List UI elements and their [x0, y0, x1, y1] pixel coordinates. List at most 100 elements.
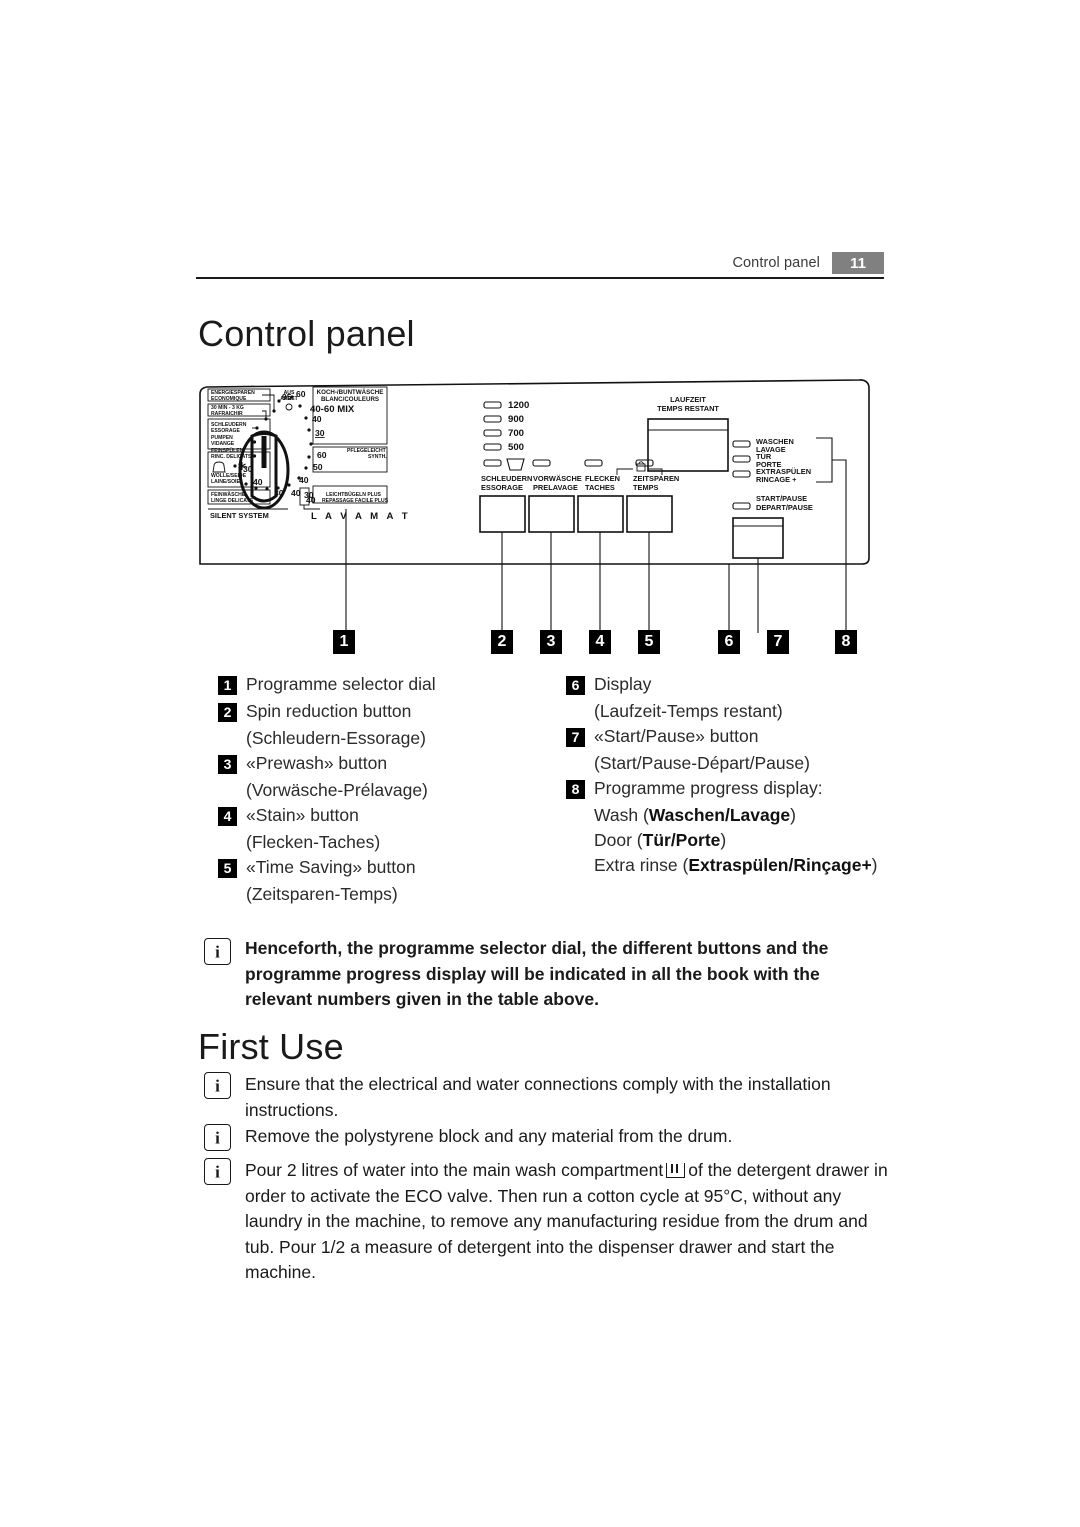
legend-label-6: Display [594, 674, 652, 694]
info-icon [204, 1158, 231, 1185]
svg-text:LEICHTBÜGELN PLUS: LEICHTBÜGELN PLUS [326, 491, 382, 498]
svg-text:TACHES: TACHES [585, 483, 615, 492]
note-henceforth: Henceforth, the programme selector dial,… [204, 936, 884, 1013]
svg-text:RINCAGE +: RINCAGE + [756, 475, 797, 484]
legend-alt-6: (Laufzeit-Temps restant) [594, 701, 783, 721]
legend-badge-7: 7 [566, 728, 585, 747]
svg-text:KOCH-/BUNTWÄSCHE: KOCH-/BUNTWÄSCHE [317, 389, 384, 396]
callout-badge-3: 3 [540, 630, 562, 654]
callout-badge-6: 6 [718, 630, 740, 654]
control-panel-illustration: .ln { fill:none; stroke:#111; stroke-wid… [196, 378, 886, 668]
svg-text:40: 40 [312, 414, 322, 424]
legend-entry-6: 6 Display [566, 672, 888, 697]
legend-column-right: 6 Display (Laufzeit-Temps restant) 7 «St… [566, 672, 888, 907]
svg-text:FEINSPÜLEN: FEINSPÜLEN [211, 447, 244, 454]
function-buttons [479, 495, 673, 533]
svg-text:ECONOMIQUE: ECONOMIQUE [211, 396, 247, 402]
svg-text:60: 60 [296, 389, 306, 399]
svg-text:ESSORAGE: ESSORAGE [481, 483, 523, 492]
legend-entry-5: 5 «Time Saving» button [218, 855, 540, 880]
svg-text:SILENT SYSTEM: SILENT SYSTEM [210, 511, 269, 520]
svg-text:FEINWÄSCHE: FEINWÄSCHE [211, 491, 246, 498]
svg-text:FLECKEN: FLECKEN [585, 474, 620, 483]
legend-column-left: 1 Programme selector dial 2 Spin reducti… [218, 672, 540, 907]
callout-leaders [345, 509, 847, 633]
svg-text:LAUFZEIT: LAUFZEIT [670, 395, 706, 404]
start-pause-button [732, 517, 784, 559]
legend-alt-2: (Schleudern-Essorage) [246, 728, 426, 748]
svg-text:30: 30 [315, 428, 325, 438]
svg-text:DEPART/PAUSE: DEPART/PAUSE [756, 503, 813, 512]
progress-rinse-post: ) [871, 855, 878, 875]
svg-text:60: 60 [317, 450, 327, 460]
legend-badge-3: 3 [218, 755, 237, 774]
legend-entry-7: 7 «Start/Pause» button [566, 724, 888, 749]
svg-text:SYNTH.: SYNTH. [368, 454, 387, 460]
legend-entry-3: 3 «Prewash» button [218, 751, 540, 776]
legend-label-4: «Stain» button [246, 805, 359, 825]
legend-label-2: Spin reduction button [246, 701, 412, 721]
legend-badge-5: 5 [218, 859, 237, 878]
callout-badge-2: 2 [491, 630, 513, 654]
note-ensure-text: Ensure that the electrical and water con… [245, 1074, 831, 1120]
svg-text:BLANC/COULEURS: BLANC/COULEURS [321, 396, 379, 403]
svg-text:TEMPS RESTANT: TEMPS RESTANT [657, 404, 719, 413]
legend-label-8: Programme progress display: [594, 778, 823, 798]
first-use-title: First Use [198, 1026, 344, 1067]
header-section-label: Control panel [732, 255, 820, 271]
progress-line-extra-rinse: Extra rinse (Extraspülen/Rinçage+) [594, 853, 888, 878]
svg-text:95: 95 [282, 392, 292, 402]
svg-text:40: 40 [253, 477, 263, 487]
legend-badge-1: 1 [218, 676, 237, 695]
info-icon [204, 938, 231, 965]
time-display [647, 418, 729, 472]
callout-badge-8: 8 [835, 630, 857, 654]
callout-badge-4: 4 [589, 630, 611, 654]
svg-text:RINC. DELICATS: RINC. DELICATS [211, 454, 252, 460]
svg-text:30: 30 [274, 488, 284, 498]
progress-door-alt: Tür/Porte [642, 830, 721, 850]
svg-text:ESSORAGE: ESSORAGE [211, 428, 240, 434]
progress-door-pre: Door ( [594, 830, 643, 850]
callout-legend: 1 Programme selector dial 2 Spin reducti… [218, 672, 888, 907]
note-pour-text: Pour 2 litres of water into the main was… [245, 1158, 894, 1286]
svg-text:RAFRAICHIR: RAFRAICHIR [211, 411, 243, 417]
note-remove-text: Remove the polystyrene block and any mat… [245, 1126, 733, 1146]
svg-text:SCHLEUDERN: SCHLEUDERN [481, 474, 532, 483]
legend-badge-6: 6 [566, 676, 585, 695]
svg-text:700: 700 [508, 428, 524, 439]
callout-number-row: 1 2 3 4 5 6 7 8 [196, 630, 886, 656]
note-pour-text-part1: Pour 2 litres of water into the main was… [245, 1160, 664, 1180]
detergent-drawer-icon [666, 1163, 686, 1178]
svg-text:ZEITSPAREN: ZEITSPAREN [633, 474, 679, 483]
legend-alt-5: (Zeitsparen-Temps) [246, 884, 398, 904]
note-henceforth-text: Henceforth, the programme selector dial,… [245, 938, 829, 1009]
legend-label-1: Programme selector dial [246, 674, 436, 694]
svg-text:50: 50 [313, 462, 323, 472]
legend-entry-1: 1 Programme selector dial [218, 672, 540, 697]
spin-speed-indicators: 1200 900 700 500 [483, 400, 529, 453]
page-title: Control panel [198, 313, 415, 354]
svg-text:500: 500 [508, 442, 524, 453]
legend-alt-3: (Vorwäsche-Prélavage) [246, 780, 428, 800]
note-remove: Remove the polystyrene block and any mat… [204, 1124, 889, 1151]
svg-text:40: 40 [291, 488, 301, 498]
svg-text:PRELAVAGE: PRELAVAGE [533, 483, 578, 492]
legend-label-3: «Prewash» button [246, 753, 388, 773]
legend-badge-2: 2 [218, 703, 237, 722]
legend-label-7: «Start/Pause» button [594, 726, 759, 746]
note-ensure: Ensure that the electrical and water con… [204, 1072, 889, 1123]
svg-text:VORWÄSCHE: VORWÄSCHE [533, 474, 582, 483]
svg-text:TEMPS: TEMPS [633, 483, 659, 492]
progress-wash-alt: Waschen/Lavage [648, 805, 791, 825]
callout-badge-5: 5 [638, 630, 660, 654]
header-divider [196, 277, 884, 279]
running-header: Control panel 11 [196, 248, 884, 278]
svg-text:START/PAUSE: START/PAUSE [756, 494, 807, 503]
info-icon [204, 1124, 231, 1151]
svg-text:40: 40 [299, 475, 309, 485]
legend-entry-4: 4 «Stain» button [218, 803, 540, 828]
progress-wash-post: ) [790, 805, 796, 825]
progress-rinse-pre: Extra rinse ( [594, 855, 689, 875]
legend-alt-4: (Flecken-Taches) [246, 832, 381, 852]
